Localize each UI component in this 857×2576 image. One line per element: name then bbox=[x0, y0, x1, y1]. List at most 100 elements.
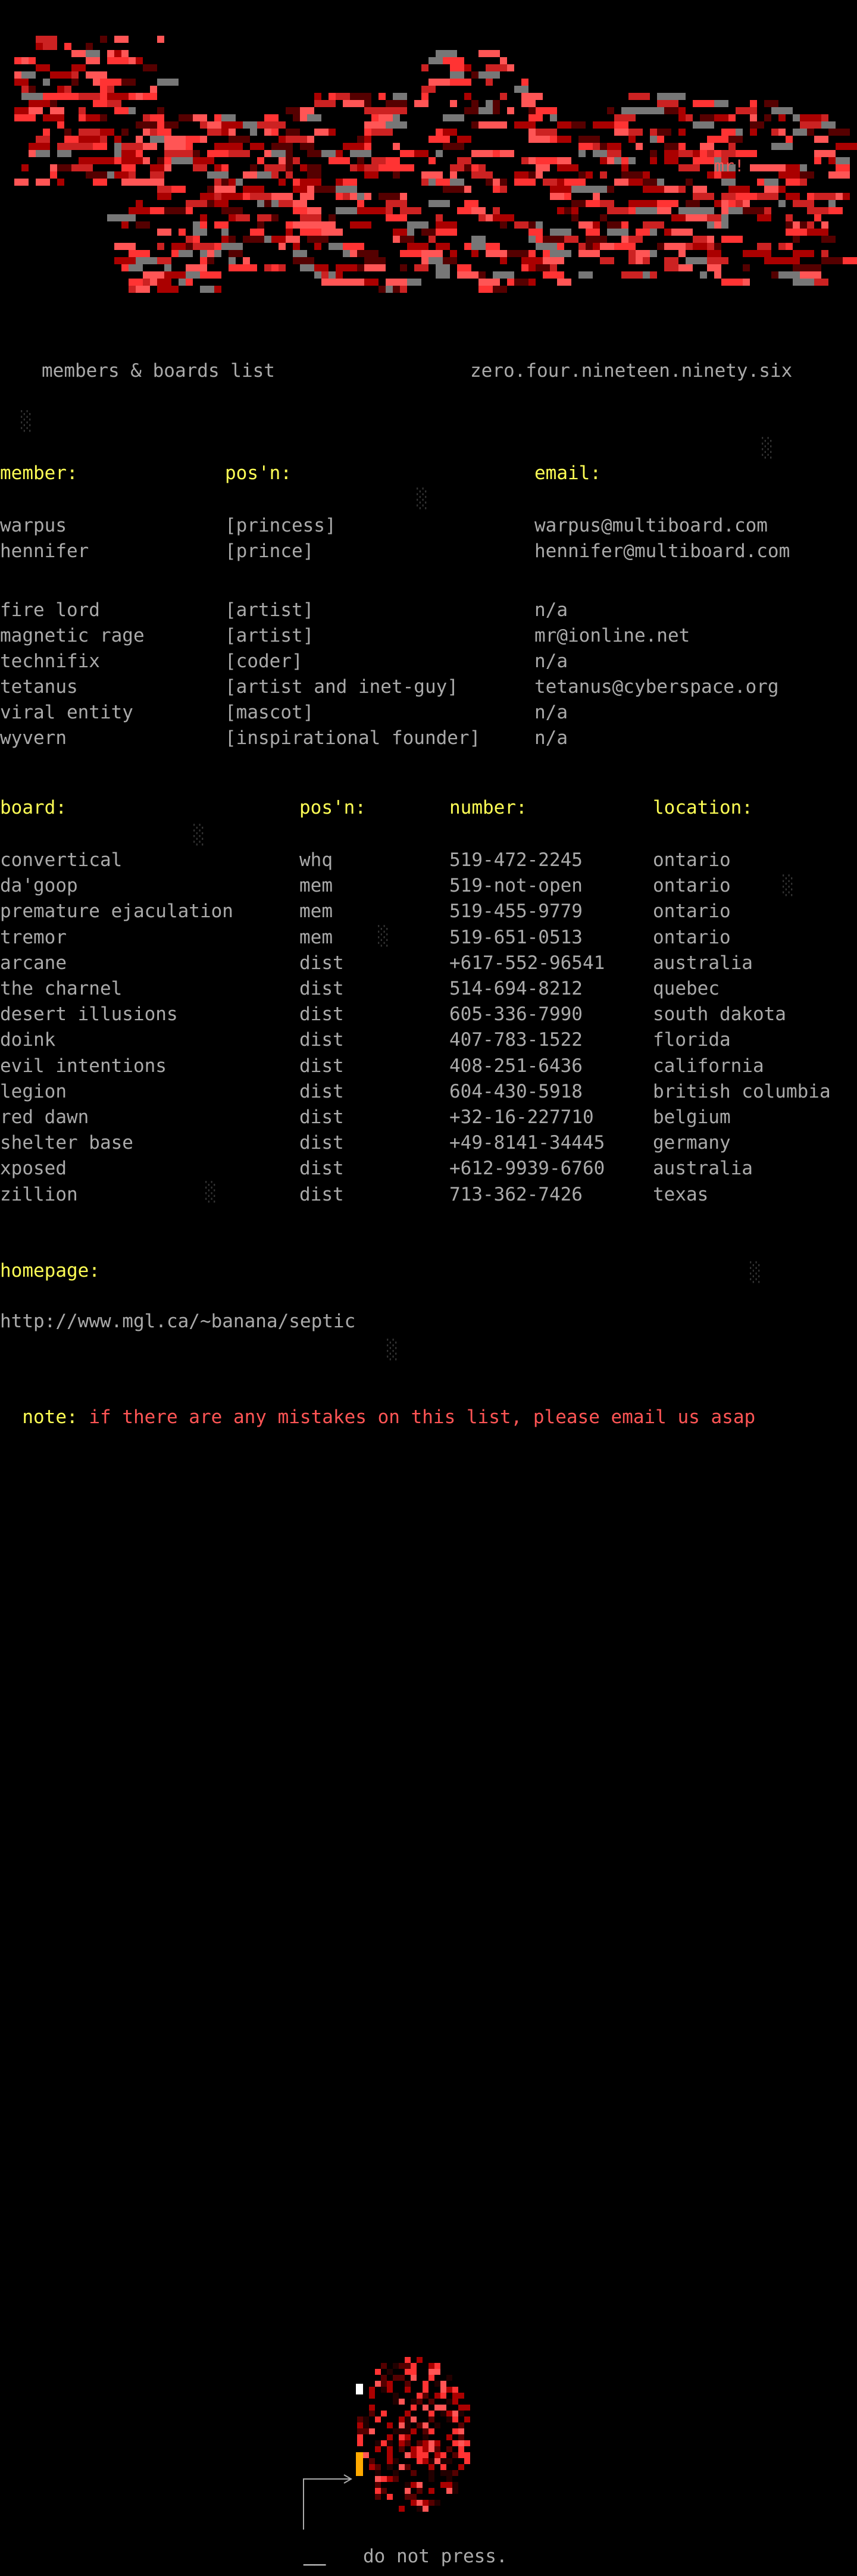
board-pos-cell: dist bbox=[299, 952, 344, 974]
board-pos-cell: dist bbox=[299, 1158, 344, 1180]
member-pos-cell: [coder] bbox=[225, 651, 303, 672]
member-header: member: bbox=[0, 462, 78, 484]
board-number-cell: 604-430-5918 bbox=[449, 1080, 583, 1102]
member-member-cell: technifix bbox=[0, 651, 100, 672]
board-location-cell: texas bbox=[653, 1183, 709, 1205]
board-number-cell: +32-16-227710 bbox=[449, 1106, 594, 1128]
board-location-cell: ontario bbox=[653, 901, 731, 923]
member-pos-cell: [prince] bbox=[225, 540, 314, 562]
board-number-cell: 713-362-7426 bbox=[449, 1183, 583, 1205]
board-number-cell: 408-251-6436 bbox=[449, 1055, 583, 1077]
board-pos-cell: whq bbox=[299, 849, 333, 871]
shade-mark: ░ bbox=[205, 1181, 217, 1203]
board-location-cell: ontario bbox=[653, 875, 731, 897]
member-email-cell[interactable]: mr@ionline.net bbox=[534, 627, 690, 645]
pointer-line bbox=[303, 2478, 351, 2530]
shade-mark: ░ bbox=[762, 437, 773, 459]
homepage-url[interactable]: http://www.mgl.ca/~banana/septic bbox=[0, 1312, 355, 1331]
member-pos-cell: [princess] bbox=[225, 515, 336, 536]
subtitle-right: zero.four.nineteen.ninety.six bbox=[470, 360, 793, 382]
member-pos-cell: [inspirational founder] bbox=[225, 727, 481, 749]
board-board-cell: red dawn bbox=[0, 1106, 89, 1128]
board-location-cell: australia bbox=[653, 952, 753, 974]
board-number-cell: 519-not-open bbox=[449, 875, 583, 897]
board-location-cell: belgium bbox=[653, 1106, 731, 1128]
member-member-cell: tetanus bbox=[0, 676, 78, 698]
board-number-cell: 605-336-7990 bbox=[449, 1003, 583, 1026]
shade-mark: ░ bbox=[750, 1262, 761, 1283]
board-pos-header: pos'n: bbox=[299, 797, 366, 818]
member-email-cell: n/a bbox=[534, 702, 568, 723]
board-location-cell: quebec bbox=[653, 978, 720, 999]
member-email-cell[interactable]: tetanus@cyberspace.org bbox=[534, 678, 779, 696]
note-line: note: if there are any mistakes on this … bbox=[0, 1390, 755, 1427]
member-email-cell: n/a bbox=[534, 651, 568, 672]
board-board-cell: xposed bbox=[0, 1158, 67, 1180]
board-pos-cell: mem bbox=[299, 875, 333, 897]
board-board-cell: convertical bbox=[0, 849, 123, 871]
board-board-cell: doink bbox=[0, 1029, 56, 1051]
board-board-cell: premature ejaculation bbox=[0, 901, 233, 923]
board-pos-cell: mem bbox=[299, 926, 333, 948]
board-board-cell: legion bbox=[0, 1080, 67, 1102]
board-pos-cell: dist bbox=[299, 1106, 344, 1128]
board-location-header: location: bbox=[653, 797, 753, 818]
shade-mark: ░ bbox=[783, 875, 794, 896]
board-board-cell: arcane bbox=[0, 952, 67, 974]
board-number-cell: 519-455-9779 bbox=[449, 901, 583, 923]
board-board-cell: evil intentions bbox=[0, 1055, 167, 1077]
board-number-cell: +49-8141-34445 bbox=[449, 1132, 605, 1154]
member-pos-cell: [artist] bbox=[225, 625, 314, 646]
footer-caption: do not press. bbox=[363, 2546, 508, 2567]
shade-mark: ░ bbox=[378, 926, 389, 947]
board-number-cell: 519-472-2245 bbox=[449, 849, 583, 871]
member-pos-cell: [mascot] bbox=[225, 702, 314, 723]
board-location-cell: ontario bbox=[653, 926, 731, 948]
board-number-cell: 519-651-0513 bbox=[449, 926, 583, 948]
board-pos-cell: dist bbox=[299, 1080, 344, 1102]
board-number-cell: +612-9939-6760 bbox=[449, 1158, 605, 1180]
board-number-header: number: bbox=[449, 797, 527, 818]
member-email-cell: n/a bbox=[534, 727, 568, 749]
board-location-cell: australia bbox=[653, 1158, 753, 1180]
board-location-cell: germany bbox=[653, 1132, 731, 1154]
board-pos-cell: dist bbox=[299, 1029, 344, 1051]
board-location-cell: ontario bbox=[653, 849, 731, 871]
board-location-cell: california bbox=[653, 1055, 764, 1077]
logo-art: mr! bbox=[14, 36, 857, 293]
homepage-label: homepage: bbox=[0, 1260, 100, 1281]
member-email-cell: n/a bbox=[534, 599, 568, 621]
shade-mark: ░ bbox=[193, 824, 205, 846]
board-location-cell: florida bbox=[653, 1029, 731, 1051]
note-label: note: bbox=[22, 1406, 78, 1428]
member-pos-header: pos'n: bbox=[225, 462, 292, 484]
shade-mark: ░ bbox=[21, 411, 32, 432]
member-member-cell: fire lord bbox=[0, 599, 100, 621]
red-gem-button[interactable] bbox=[298, 2351, 536, 2530]
board-number-cell: +617-552-96541 bbox=[449, 952, 605, 974]
member-pos-cell: [artist and inet-guy] bbox=[225, 676, 458, 698]
board-location-cell: british columbia bbox=[653, 1080, 831, 1102]
board-board-cell: da'goop bbox=[0, 875, 78, 897]
member-email-cell[interactable]: hennifer@multiboard.com bbox=[534, 542, 790, 561]
board-board-cell: tremor bbox=[0, 926, 67, 948]
board-location-cell: south dakota bbox=[653, 1003, 786, 1026]
member-member-cell: wyvern bbox=[0, 727, 67, 749]
shade-mark: ░ bbox=[387, 1339, 398, 1361]
member-email-header: email: bbox=[534, 462, 601, 484]
board-pos-cell: dist bbox=[299, 1183, 344, 1205]
board-pos-cell: mem bbox=[299, 901, 333, 923]
board-board-cell: the charnel bbox=[0, 978, 123, 999]
board-number-cell: 407-783-1522 bbox=[449, 1029, 583, 1051]
subtitle-left: members & boards list bbox=[42, 360, 275, 382]
member-member-cell: viral entity bbox=[0, 702, 133, 723]
shade-mark: ░ bbox=[417, 488, 428, 509]
member-pos-cell: [artist] bbox=[225, 599, 314, 621]
logo-tag: mr! bbox=[714, 156, 745, 176]
board-pos-cell: dist bbox=[299, 1055, 344, 1077]
board-board-cell: shelter base bbox=[0, 1132, 133, 1154]
board-board-cell: desert illusions bbox=[0, 1003, 178, 1026]
board-number-cell: 514-694-8212 bbox=[449, 978, 583, 999]
member-email-cell[interactable]: warpus@multiboard.com bbox=[534, 517, 768, 535]
board-board-cell: zillion bbox=[0, 1183, 78, 1205]
